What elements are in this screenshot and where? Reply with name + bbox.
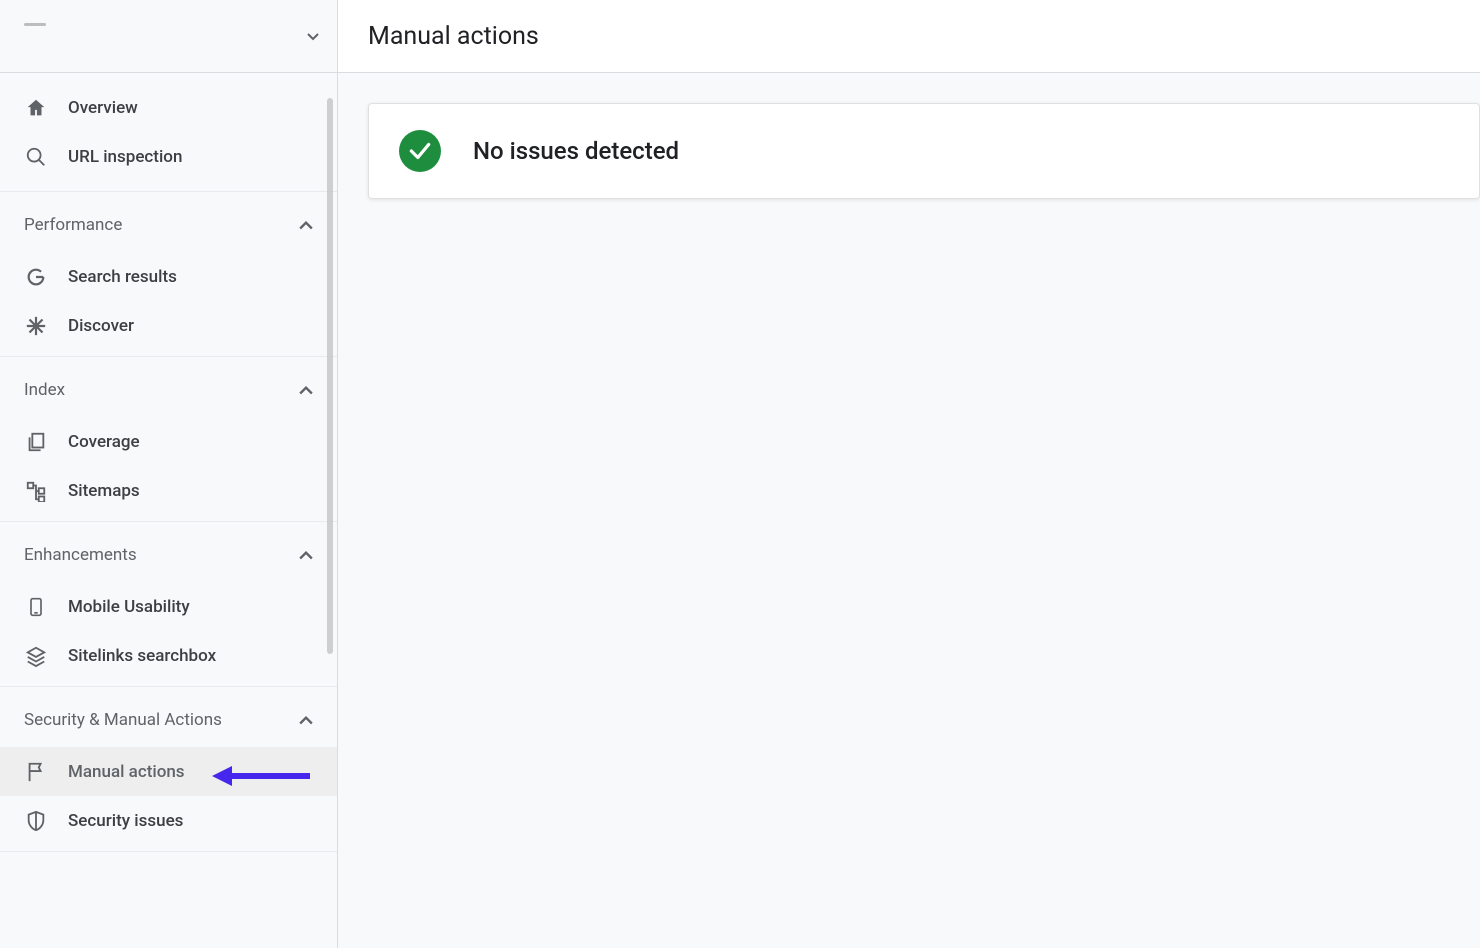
chevron-up-icon <box>299 220 313 230</box>
property-placeholder-line <box>24 23 46 26</box>
section-title: Enhancements <box>24 545 137 565</box>
asterisk-icon <box>24 314 48 338</box>
sidebar-section-index: Index Coverage Sitemaps <box>0 356 337 522</box>
sidebar-item-sitelinks-searchbox[interactable]: Sitelinks searchbox <box>0 631 337 680</box>
sidebar-item-label: Sitelinks searchbox <box>68 646 216 666</box>
sitemap-icon <box>24 479 48 503</box>
caret-down-icon <box>307 33 319 41</box>
google-g-icon <box>24 265 48 289</box>
checkmark-badge-icon <box>399 130 441 172</box>
status-card: No issues detected <box>368 103 1480 199</box>
section-title: Performance <box>24 215 122 235</box>
sidebar-item-url-inspection[interactable]: URL inspection <box>0 132 337 181</box>
section-header-security[interactable]: Security & Manual Actions <box>0 693 337 747</box>
section-header-performance[interactable]: Performance <box>0 198 337 252</box>
home-icon <box>24 96 48 120</box>
sidebar: Overview URL inspection Performance Sear… <box>0 0 338 948</box>
section-title: Index <box>24 380 65 400</box>
sidebar-scrollbar[interactable] <box>327 98 333 654</box>
section-header-enhancements[interactable]: Enhancements <box>0 528 337 582</box>
sidebar-item-mobile-usability[interactable]: Mobile Usability <box>0 582 337 631</box>
sidebar-item-label: Manual actions <box>68 762 185 782</box>
section-title: Security & Manual Actions <box>24 710 222 730</box>
sidebar-item-label: URL inspection <box>68 147 182 167</box>
sidebar-item-label: Discover <box>68 316 134 336</box>
sidebar-item-search-results[interactable]: Search results <box>0 252 337 301</box>
main-area: Manual actions No issues detected <box>338 0 1480 948</box>
flag-icon <box>24 760 48 784</box>
shield-icon <box>24 809 48 833</box>
pages-icon <box>24 430 48 454</box>
sidebar-item-overview[interactable]: Overview <box>0 83 337 132</box>
chevron-up-icon <box>299 550 313 560</box>
status-message: No issues detected <box>473 137 679 165</box>
section-header-index[interactable]: Index <box>0 363 337 417</box>
sidebar-item-label: Search results <box>68 267 177 287</box>
sidebar-item-label: Overview <box>68 98 138 118</box>
content-area: No issues detected <box>338 73 1480 199</box>
chevron-up-icon <box>299 385 313 395</box>
sidebar-section-security: Security & Manual Actions Manual actions… <box>0 686 337 852</box>
sidebar-item-label: Security issues <box>68 811 183 831</box>
search-icon <box>24 145 48 169</box>
page-title: Manual actions <box>368 22 539 51</box>
layers-icon <box>24 644 48 668</box>
sidebar-item-label: Coverage <box>68 432 140 452</box>
sidebar-top-group: Overview URL inspection <box>0 73 337 181</box>
sidebar-item-coverage[interactable]: Coverage <box>0 417 337 466</box>
property-selector[interactable] <box>0 0 337 73</box>
sidebar-item-discover[interactable]: Discover <box>0 301 337 350</box>
sidebar-item-label: Mobile Usability <box>68 597 190 617</box>
sidebar-item-security-issues[interactable]: Security issues <box>0 796 337 845</box>
sidebar-item-label: Sitemaps <box>68 481 140 501</box>
page-header: Manual actions <box>338 0 1480 73</box>
sidebar-item-sitemaps[interactable]: Sitemaps <box>0 466 337 515</box>
sidebar-item-manual-actions[interactable]: Manual actions <box>0 747 337 796</box>
sidebar-section-enhancements: Enhancements Mobile Usability Sitelinks … <box>0 521 337 687</box>
sidebar-section-performance: Performance Search results Discover <box>0 191 337 357</box>
mobile-icon <box>24 595 48 619</box>
chevron-up-icon <box>299 715 313 725</box>
